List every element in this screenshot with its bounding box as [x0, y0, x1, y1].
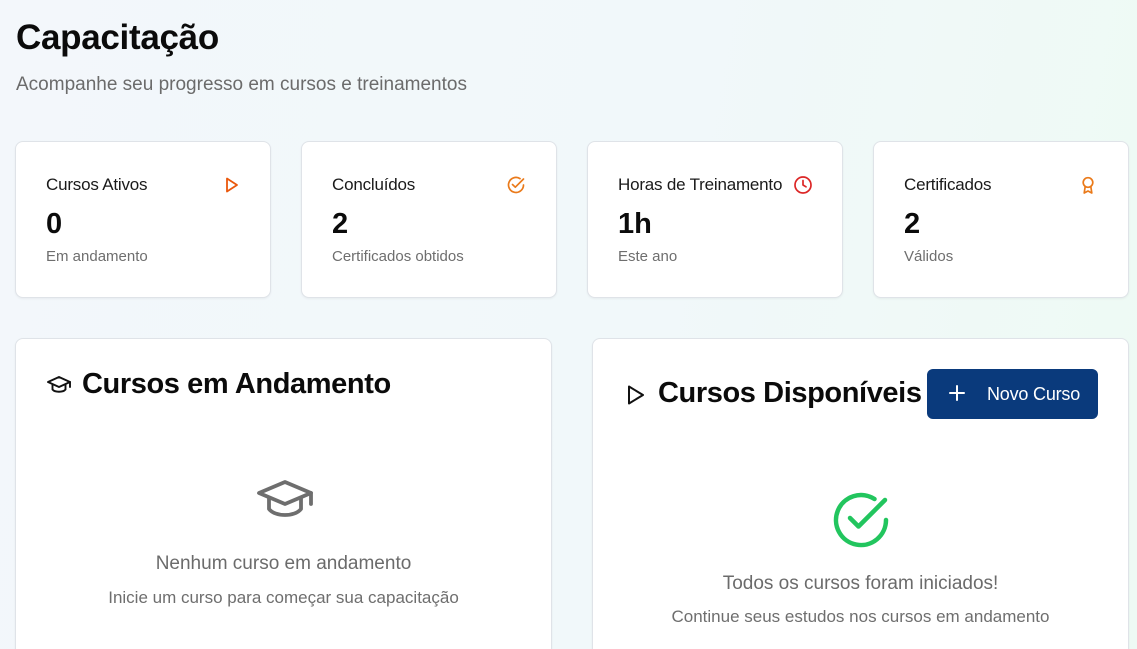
stat-value: 0 [46, 208, 63, 240]
new-course-button-label: Novo Curso [987, 384, 1081, 404]
graduation-cap-icon [47, 376, 71, 393]
stat-value: 2 [904, 208, 921, 240]
empty-state-title: Todos os cursos foram iniciados! [722, 573, 999, 594]
play-outline-icon [628, 385, 644, 405]
available-courses-panel: Cursos Disponíveis Novo Curso Todos os c… [592, 338, 1129, 649]
check-circle-icon [507, 176, 525, 194]
check-circle-icon [833, 492, 889, 548]
play-icon [226, 177, 238, 193]
stat-card-training-hours: Horas de Treinamento 1h Este ano [587, 141, 843, 298]
new-course-button[interactable]: Novo Curso [927, 369, 1098, 419]
plus-icon [949, 385, 965, 401]
award-icon [1082, 176, 1094, 194]
panel-title: Cursos Disponíveis [658, 377, 922, 409]
empty-state-subtitle: Continue seus estudos nos cursos em anda… [671, 607, 1050, 626]
stat-label: Certificados [904, 175, 992, 194]
stat-hint: Este ano [618, 248, 678, 265]
stat-hint: Válidos [904, 248, 954, 265]
stat-label: Concluídos [332, 175, 416, 194]
empty-state-subtitle: Inicie um curso para começar sua capacit… [108, 588, 459, 607]
stat-value: 1h [618, 208, 652, 240]
stat-hint: Certificados obtidos [332, 248, 464, 265]
in-progress-panel: Cursos em Andamento Nenhum curso em anda… [15, 338, 552, 649]
empty-state-title: Nenhum curso em andamento [155, 553, 412, 574]
page-subtitle: Acompanhe seu progresso em cursos e trei… [16, 74, 467, 95]
graduation-cap-icon [257, 480, 313, 517]
stat-value: 2 [332, 208, 349, 240]
stat-hint: Em andamento [46, 248, 148, 265]
stat-label: Cursos Ativos [46, 175, 148, 194]
stat-card-active-courses: Cursos Ativos 0 Em andamento [15, 141, 271, 298]
stat-card-completed: Concluídos 2 Certificados obtidos [301, 141, 557, 298]
panel-title: Cursos em Andamento [82, 368, 391, 400]
stat-card-certificates: Certificados 2 Válidos [873, 141, 1129, 298]
stat-label: Horas de Treinamento [618, 175, 783, 194]
page-title: Capacitação [16, 18, 219, 57]
clock-icon [794, 176, 812, 194]
